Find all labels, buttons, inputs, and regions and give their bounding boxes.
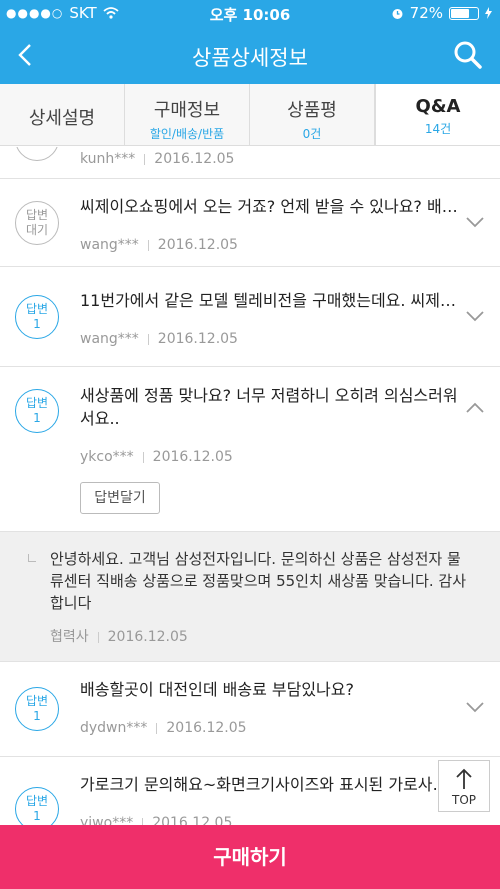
post-date: 2016.12.05 [152, 449, 233, 465]
battery-percent: 72% [409, 4, 443, 22]
buy-button[interactable]: 구매하기 [0, 825, 500, 889]
question-text: 가로크기 문의해요~화면크기사이즈와 표시된 가로사이즈... [80, 775, 450, 794]
answer-block: 안녕하세요. 고객님 삼성전자입니다. 문의하신 상품은 삼성전자 물류센터 직… [0, 532, 500, 662]
question-meta: ykco*** 2016.12.05 [80, 449, 233, 465]
question-meta: kunh*** 2016.12.05 [80, 151, 234, 167]
question-text: 배송할곳이 대전인데 배송료 부담있나요? [80, 680, 354, 699]
list-item[interactable]: 답변 1 가로크기 문의해요~화면크기사이즈와 표시된 가로사이즈... yiw… [0, 757, 500, 825]
question-meta: wang*** 2016.12.05 [80, 331, 238, 347]
list-item[interactable]: 답변 1 배송할곳이 대전인데 배송료 부담있나요? dydwn*** 2016.… [0, 662, 500, 757]
scroll-top-label: TOP [451, 793, 476, 807]
tab-purchase-info[interactable]: 구매정보 할인/배송/반품 [125, 84, 250, 145]
tab-sublabel: 할인/배송/반품 [149, 127, 225, 141]
status-bar: ●●●●○ SKT 오후 10:06 72% [0, 0, 500, 26]
list-item[interactable]: 답변 1 새상품에 정품 맞나요? 너무 저렴하니 오히려 의심스러워서요.. … [0, 367, 500, 532]
chevron-down-icon[interactable] [464, 305, 486, 327]
badge-line: 대기 [25, 223, 49, 237]
question-text: 씨제이오쇼핑에서 오는 거죠? 언제 받을 수 있나요? 배송... [80, 197, 460, 216]
search-icon[interactable] [448, 35, 488, 75]
answer-text: 안녕하세요. 고객님 삼성전자입니다. 문의하신 상품은 삼성전자 물류센터 직… [50, 550, 467, 612]
tab-reviews[interactable]: 상품평 0건 [250, 84, 375, 145]
post-date: 2016.12.05 [157, 331, 238, 347]
user-id: wang*** [80, 237, 139, 253]
reply-indicator-icon [28, 554, 36, 562]
arrow-up-icon [456, 768, 472, 789]
badge-line: 답변 [25, 694, 49, 708]
post-date: 2016.12.05 [152, 815, 233, 825]
battery-icon [449, 6, 479, 20]
tab-bar: 상세설명 구매정보 할인/배송/반품 상품평 0건 Q&A 14건 [0, 84, 500, 146]
tab-sublabel: 0건 [302, 127, 322, 141]
badge-line: 1 [33, 411, 41, 425]
list-item[interactable]: 답변 대기 씨제이오쇼핑에서 오는 거죠? 언제 받을 수 있나요? 배송...… [0, 179, 500, 267]
post-date: 2016.12.05 [157, 237, 238, 253]
chevron-down-icon[interactable] [464, 696, 486, 718]
answer-date: 2016.12.05 [107, 629, 188, 645]
app-header: 상품상세정보 [0, 26, 500, 84]
badge-line: 답변 [25, 302, 49, 316]
tab-description[interactable]: 상세설명 [0, 84, 125, 145]
badge-line: 1 [33, 709, 41, 723]
answer-meta: 협력사 2016.12.05 [50, 626, 188, 646]
answer-status-badge: 답변 1 [15, 687, 59, 731]
question-text: 11번가에서 같은 모델 텔레비전을 구매했는데요. 씨제이... [80, 291, 460, 310]
alarm-icon [392, 8, 403, 19]
question-meta: yiwo*** 2016.12.05 [80, 815, 232, 825]
chevron-up-icon[interactable] [464, 397, 486, 419]
post-date: 2016.12.05 [154, 151, 235, 167]
chevron-down-icon[interactable] [464, 211, 486, 233]
user-id: dydwn*** [80, 720, 148, 736]
user-id: kunh*** [80, 151, 136, 167]
tab-label: Q&A [415, 96, 461, 117]
list-item[interactable]: kunh*** 2016.12.05 [0, 147, 500, 179]
scroll-top-button[interactable]: TOP [438, 760, 490, 812]
question-meta: wang*** 2016.12.05 [80, 237, 238, 253]
user-id: wang*** [80, 331, 139, 347]
post-date: 2016.12.05 [166, 720, 247, 736]
badge-line: 답변 [25, 396, 49, 410]
list-item[interactable]: 답변 1 11번가에서 같은 모델 텔레비전을 구매했는데요. 씨제이... w… [0, 267, 500, 367]
answer-status-badge: 답변 1 [15, 787, 59, 825]
question-text: 새상품에 정품 맞나요? 너무 저렴하니 오히려 의심스러워서요.. [80, 386, 458, 428]
user-id: yiwo*** [80, 815, 134, 825]
page-title: 상품상세정보 [192, 46, 308, 70]
charging-icon [485, 7, 492, 19]
badge-line: 답변 [25, 208, 49, 222]
tab-label: 구매정보 [153, 100, 221, 121]
write-reply-button[interactable]: 답변달기 [80, 482, 160, 514]
answer-status-badge: 답변 1 [15, 389, 59, 433]
answer-status-badge: 답변 1 [15, 295, 59, 339]
answer-status-badge: 답변 대기 [15, 201, 59, 245]
tab-label: 상품평 [287, 100, 337, 121]
badge-line: 1 [33, 809, 41, 823]
badge-line: 1 [33, 317, 41, 331]
question-meta: dydwn*** 2016.12.05 [80, 720, 247, 736]
tab-qna[interactable]: Q&A 14건 [375, 84, 500, 145]
tab-sublabel: 14건 [424, 122, 452, 136]
answer-author: 협력사 [50, 629, 89, 645]
answer-status-badge [15, 147, 59, 161]
user-id: ykco*** [80, 449, 134, 465]
badge-line: 답변 [25, 794, 49, 808]
tab-label: 상세설명 [28, 108, 96, 129]
qna-list: kunh*** 2016.12.05 답변 대기 씨제이오쇼핑에서 오는 거죠? … [0, 147, 500, 825]
